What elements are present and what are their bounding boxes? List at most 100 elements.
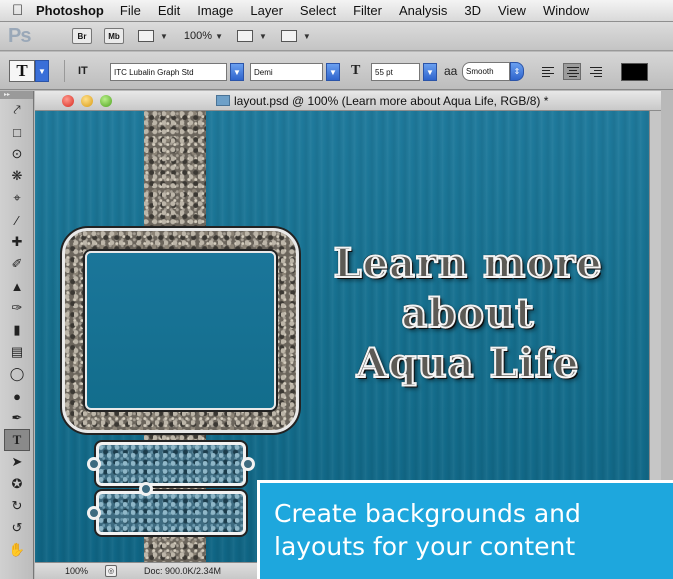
screen-mode-icon bbox=[280, 30, 297, 42]
gradient-icon[interactable]: ▤ bbox=[4, 341, 30, 363]
puzzle-knob bbox=[87, 457, 101, 471]
dodge-icon[interactable]: ● bbox=[4, 385, 30, 407]
history-brush-icon[interactable]: ✑ bbox=[4, 297, 30, 319]
tool-preset-picker[interactable]: T ▼ bbox=[9, 60, 51, 82]
stamp-icon[interactable]: ▲ bbox=[4, 275, 30, 297]
headline-line: Aqua Life bbox=[356, 339, 580, 388]
menu-layer[interactable]: Layer bbox=[250, 3, 283, 18]
minimize-window-button[interactable] bbox=[81, 95, 93, 107]
menu-file[interactable]: File bbox=[120, 3, 141, 18]
eraser-icon[interactable]: ▮ bbox=[4, 319, 30, 341]
zoom-level-value: 100% bbox=[183, 30, 213, 42]
menu-edit[interactable]: Edit bbox=[158, 3, 180, 18]
healing-icon[interactable]: ✚ bbox=[4, 231, 30, 253]
menu-filter[interactable]: Filter bbox=[353, 3, 382, 18]
toggle-text-orientation-button[interactable]: IT bbox=[78, 65, 88, 77]
puzzle-knob bbox=[241, 457, 255, 471]
panel-grip[interactable]: ▸▸ bbox=[0, 91, 33, 99]
menu-analysis[interactable]: Analysis bbox=[399, 3, 447, 18]
antialias-value: Smooth bbox=[462, 62, 510, 81]
chevron-updown-icon: ⇕ bbox=[510, 62, 524, 81]
chevron-down-icon: ▼ bbox=[302, 31, 311, 41]
promo-callout: Create backgrounds and layouts for your … bbox=[257, 480, 673, 579]
path-select-icon[interactable]: ➤ bbox=[4, 451, 30, 473]
menu-window[interactable]: Window bbox=[543, 3, 589, 18]
zoom-level-select[interactable]: 100% ▼ bbox=[184, 30, 223, 42]
document-title-bar[interactable]: layout.psd @ 100% (Learn more about Aqua… bbox=[35, 91, 661, 111]
chevron-down-icon: ▼ bbox=[423, 63, 437, 81]
move-icon[interactable]: ⤤ bbox=[4, 99, 30, 121]
chevron-down-icon: ▼ bbox=[326, 63, 340, 81]
application-bar: Ps Br Mb ▼ 100% ▼ ▼ ▼ bbox=[0, 22, 673, 51]
chevron-down-icon: ▼ bbox=[35, 60, 49, 82]
crop-icon[interactable]: ⌖ bbox=[4, 187, 30, 209]
eyedropper-icon[interactable]: ∕ bbox=[4, 209, 30, 231]
shape-icon[interactable]: ✪ bbox=[4, 473, 30, 495]
launch-bridge-button[interactable]: Br bbox=[72, 28, 92, 44]
menu-bar:  Photoshop File Edit Image Layer Select… bbox=[0, 0, 673, 22]
align-left-button[interactable] bbox=[540, 63, 558, 80]
font-size-value: 55 pt bbox=[371, 63, 420, 81]
type-icon[interactable]: T bbox=[4, 429, 30, 451]
headline-line: about bbox=[400, 289, 535, 338]
screen-mode-button[interactable]: ▼ bbox=[280, 30, 311, 42]
menu-3d[interactable]: 3D bbox=[464, 3, 481, 18]
font-size-icon: T bbox=[351, 63, 361, 78]
brush-icon[interactable]: ✐ bbox=[4, 253, 30, 275]
photo-placeholder bbox=[85, 251, 276, 410]
chevron-down-icon: ▼ bbox=[230, 63, 244, 81]
quick-select-icon[interactable]: ❋ bbox=[4, 165, 30, 187]
arrange-documents-icon bbox=[236, 30, 253, 42]
chevron-down-icon: ▼ bbox=[215, 32, 223, 41]
arrange-documents-button[interactable]: ▼ bbox=[236, 30, 267, 42]
puzzle-piece-button bbox=[87, 442, 255, 486]
options-bar: T ▼ IT ITC Lubalin Graph Std ▼ Demi ▼ T … bbox=[0, 52, 673, 90]
pen-icon[interactable]: ✒ bbox=[4, 407, 30, 429]
callout-line: Create backgrounds and bbox=[274, 499, 581, 528]
callout-line: layouts for your content bbox=[274, 532, 576, 561]
antialias-icon: aa bbox=[444, 64, 458, 78]
headline-line: Learn more bbox=[332, 239, 603, 288]
document-title: layout.psd @ 100% (Learn more about Aqua… bbox=[234, 94, 549, 108]
text-color-swatch[interactable] bbox=[621, 63, 648, 81]
font-family-select[interactable]: ITC Lubalin Graph Std ▼ bbox=[110, 63, 244, 81]
marquee-icon[interactable]: □ bbox=[4, 121, 30, 143]
puzzle-piece-button bbox=[87, 482, 246, 535]
3d-rotate-icon[interactable]: ↻ bbox=[4, 495, 30, 517]
menu-app-photoshop[interactable]: Photoshop bbox=[36, 3, 104, 18]
blur-icon[interactable]: ◯ bbox=[4, 363, 30, 385]
menu-view[interactable]: View bbox=[498, 3, 526, 18]
hand-icon[interactable]: ✋ bbox=[4, 539, 30, 561]
lasso-icon[interactable]: ⊙ bbox=[4, 143, 30, 165]
font-style-value: Demi bbox=[250, 63, 323, 81]
menu-select[interactable]: Select bbox=[300, 3, 336, 18]
view-extras-icon bbox=[138, 30, 154, 42]
font-size-select[interactable]: 55 pt ▼ bbox=[371, 63, 437, 81]
tools-panel: ▸▸ ⤤ □ ⊙ ❋ ⌖ ∕ ✚ ✐ ▲ ✑ ▮ ▤ ◯ ● ✒ T ➤ ✪ ↻… bbox=[0, 91, 34, 579]
status-info-icon[interactable]: ◎ bbox=[105, 565, 117, 577]
gravel-photo-frame bbox=[62, 228, 299, 433]
status-zoom[interactable]: 100% bbox=[65, 566, 95, 576]
antialias-select[interactable]: Smooth ⇕ bbox=[462, 62, 524, 81]
puzzle-knob bbox=[139, 482, 153, 496]
status-doc-size[interactable]: Doc: 900.0K/2.34M bbox=[144, 566, 221, 576]
close-window-button[interactable] bbox=[62, 95, 74, 107]
align-center-button[interactable] bbox=[563, 63, 581, 80]
view-extras-button[interactable]: ▼ bbox=[138, 30, 168, 42]
align-right-button[interactable] bbox=[586, 63, 604, 80]
type-tool-icon: T bbox=[9, 60, 35, 82]
chevron-down-icon: ▼ bbox=[258, 31, 267, 41]
photoshop-logo: Ps bbox=[8, 24, 31, 47]
3d-orbit-icon[interactable]: ↺ bbox=[4, 517, 30, 539]
chevron-down-icon: ▼ bbox=[160, 31, 168, 41]
font-style-select[interactable]: Demi ▼ bbox=[250, 63, 340, 81]
apple-icon[interactable]:  bbox=[12, 2, 23, 19]
menu-image[interactable]: Image bbox=[197, 3, 233, 18]
font-family-value: ITC Lubalin Graph Std bbox=[110, 63, 227, 81]
zoom-window-button[interactable] bbox=[100, 95, 112, 107]
document-icon bbox=[216, 95, 230, 106]
puzzle-knob bbox=[87, 506, 101, 520]
divider bbox=[64, 60, 65, 82]
mini-bridge-button[interactable]: Mb bbox=[104, 28, 124, 44]
headline-text-layer: Learn more about Aqua Life bbox=[303, 239, 633, 389]
